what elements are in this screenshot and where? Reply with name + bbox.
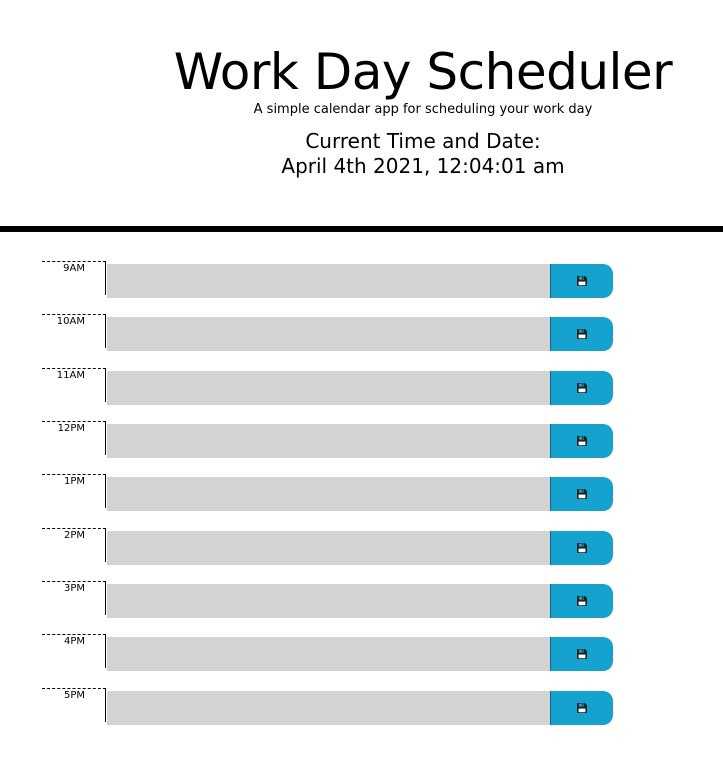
hour-label: 12PM — [42, 421, 106, 455]
save-button[interactable] — [550, 477, 613, 511]
header: Work Day Scheduler A simple calendar app… — [0, 0, 723, 226]
page-title: Work Day Scheduler — [173, 43, 673, 101]
event-textarea[interactable] — [107, 531, 550, 565]
save-button[interactable] — [550, 264, 613, 298]
page-subtitle: A simple calendar app for scheduling you… — [253, 102, 593, 117]
floppy-disk-icon — [577, 596, 587, 606]
floppy-disk-icon — [577, 489, 587, 499]
save-button[interactable] — [550, 584, 613, 618]
hour-label: 4PM — [42, 634, 106, 668]
event-textarea[interactable] — [107, 584, 550, 618]
hour-label: 5PM — [42, 688, 106, 722]
header-divider — [0, 226, 723, 232]
save-button[interactable] — [550, 371, 613, 405]
event-textarea[interactable] — [107, 424, 550, 458]
hour-label: 11AM — [42, 368, 106, 402]
event-textarea[interactable] — [107, 477, 550, 511]
save-button[interactable] — [550, 637, 613, 671]
time-block-row: 2PM — [42, 528, 614, 565]
floppy-disk-icon — [577, 436, 587, 446]
floppy-disk-icon — [577, 543, 587, 553]
floppy-disk-icon — [577, 276, 587, 286]
time-block-row: 4PM — [42, 634, 614, 671]
event-textarea[interactable] — [107, 637, 550, 671]
save-button[interactable] — [550, 317, 613, 351]
floppy-disk-icon — [577, 703, 587, 713]
event-textarea[interactable] — [107, 317, 550, 351]
time-block-row: 1PM — [42, 474, 614, 511]
hour-label: 2PM — [42, 528, 106, 562]
hour-label: 10AM — [42, 314, 106, 348]
time-block-row: 12PM — [42, 421, 614, 458]
floppy-disk-icon — [577, 649, 587, 659]
save-button[interactable] — [550, 424, 613, 458]
time-block-row: 9AM — [42, 261, 614, 298]
event-textarea[interactable] — [107, 371, 550, 405]
floppy-disk-icon — [577, 329, 587, 339]
event-textarea[interactable] — [107, 691, 550, 725]
time-block-row: 10AM — [42, 314, 614, 351]
current-time-value: April 4th 2021, 12:04:01 am — [281, 154, 565, 178]
save-button[interactable] — [550, 531, 613, 565]
save-button[interactable] — [550, 691, 613, 725]
time-block-row: 11AM — [42, 368, 614, 405]
time-block-row: 5PM — [42, 688, 614, 725]
time-block-row: 3PM — [42, 581, 614, 618]
hour-label: 9AM — [42, 261, 106, 295]
hour-label: 1PM — [42, 474, 106, 508]
floppy-disk-icon — [577, 383, 587, 393]
hour-label: 3PM — [42, 581, 106, 615]
current-time-label: Current Time and Date: — [305, 129, 541, 153]
event-textarea[interactable] — [107, 264, 550, 298]
